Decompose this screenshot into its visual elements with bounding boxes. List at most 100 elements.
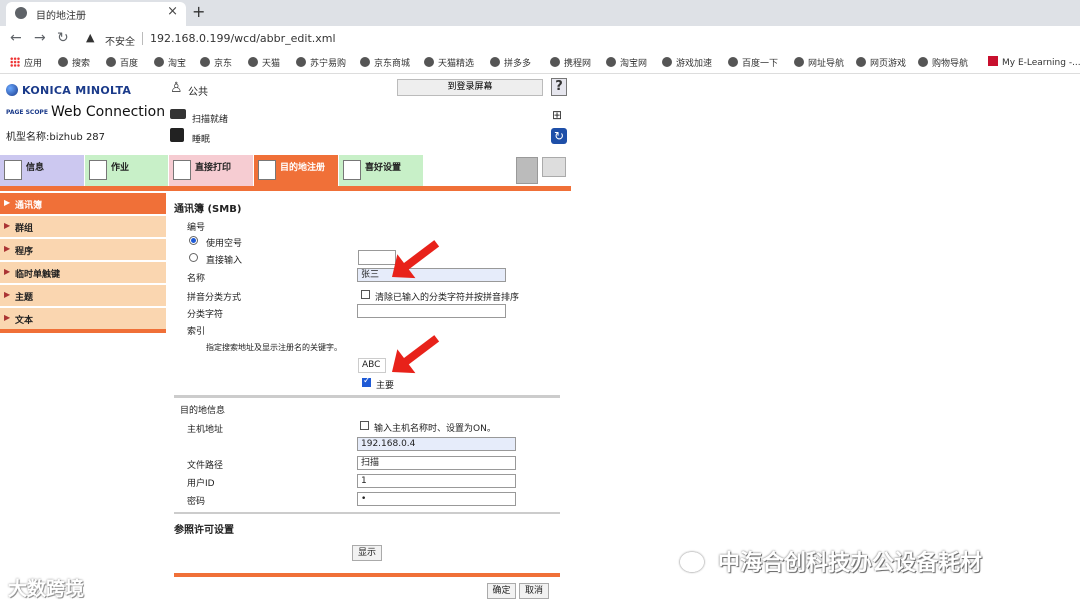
bookmark-item[interactable]: 苏宁易购: [296, 56, 346, 69]
use-empty-number-label: 使用空号: [206, 239, 243, 249]
sidebar-item-label: 通讯簿: [15, 201, 43, 211]
show-button[interactable]: 显示: [352, 545, 382, 561]
bookmark-item[interactable]: 天猫: [248, 56, 280, 69]
chevron-right-icon: ▶: [4, 290, 11, 299]
bookmark-item[interactable]: 百度一下: [728, 56, 778, 69]
sidebar-item-group[interactable]: ▶ 群组: [0, 216, 166, 238]
url-separator: [142, 32, 143, 45]
sidebar-item-label: 临时单触键: [15, 270, 61, 280]
index-hint: 指定搜索地址及显示注册名的关键字。: [206, 343, 342, 352]
path-input[interactable]: 扫描: [357, 456, 516, 470]
new-tab-button[interactable]: +: [192, 2, 205, 21]
main-label: 主要: [376, 381, 395, 391]
globe-icon: [662, 57, 672, 67]
bookmark-item[interactable]: 网址导航: [794, 56, 844, 69]
tools-icon[interactable]: [516, 157, 538, 184]
bookmark-label: 网址导航: [808, 59, 845, 69]
ref-permission-label: 参照许可设置: [174, 525, 234, 536]
sidebar-item-label: 主题: [15, 293, 34, 303]
bookmark-label: 天猫: [262, 59, 281, 69]
bookmark-item[interactable]: 游戏加速: [662, 56, 712, 69]
tab-favorites[interactable]: 喜好设置: [339, 155, 423, 186]
form-title: 通讯簿 (SMB): [174, 204, 242, 215]
name-input[interactable]: 张三: [357, 268, 506, 282]
bookmark-item[interactable]: 京东: [200, 56, 232, 69]
bookmark-item[interactable]: 京东商城: [360, 56, 410, 69]
tab-close-button[interactable]: ×: [167, 4, 178, 19]
tab-job[interactable]: 作业: [85, 155, 168, 186]
tab-destination-register[interactable]: 目的地注册: [254, 155, 338, 186]
insecure-label: 不安全: [105, 37, 135, 48]
sidebar-item-temp-one-touch[interactable]: ▶ 临时单触键: [0, 262, 166, 284]
dest-info-label: 目的地信息: [180, 406, 226, 416]
globe-icon: [606, 57, 616, 67]
host-name-checkbox[interactable]: [360, 421, 369, 430]
globe-icon: [360, 57, 370, 67]
printer-icon: [170, 128, 184, 142]
bookmark-item[interactable]: My E-Learning -...: [988, 56, 1080, 68]
tab-title: 目的地注册: [36, 11, 86, 22]
bookmark-item[interactable]: 网页游戏: [856, 56, 906, 69]
job-icon: [89, 160, 107, 180]
bookmark-item[interactable]: 携程网: [550, 56, 591, 69]
host-input[interactable]: 192.168.0.4: [357, 437, 516, 451]
globe-icon: [15, 7, 27, 19]
globe-icon: [200, 57, 210, 67]
bookmark-label: 游戏加速: [676, 59, 713, 69]
tab-label: 信息: [26, 163, 45, 173]
bookmark-label: 携程网: [564, 59, 592, 69]
sidebar-item-text[interactable]: ▶ 文本: [0, 308, 166, 330]
sidebar-item-address-book[interactable]: ▶ 通讯簿: [0, 193, 166, 215]
bookmark-item[interactable]: 百度: [106, 56, 138, 69]
bookmark-item[interactable]: 淘宝: [154, 56, 186, 69]
password-input[interactable]: •: [357, 492, 516, 506]
forward-button[interactable]: →: [34, 30, 46, 46]
bookmark-item[interactable]: 购物导航: [918, 56, 968, 69]
tab-underline: [0, 186, 571, 191]
sidebar-item-program[interactable]: ▶ 程序: [0, 239, 166, 261]
tab-label: 目的地注册: [280, 163, 326, 173]
browser-tab[interactable]: 目的地注册 ×: [6, 2, 186, 26]
bookmark-label: 百度一下: [742, 59, 779, 69]
sidebar-item-label: 程序: [15, 247, 34, 257]
bookmark-item[interactable]: 搜索: [58, 56, 90, 69]
bookmark-label: My E-Learning -...: [1002, 58, 1080, 68]
bookmark-item[interactable]: 天猫精选: [424, 56, 474, 69]
chevron-right-icon: ▶: [4, 267, 11, 276]
bookmark-item[interactable]: 拼多多: [490, 56, 531, 69]
favorites-icon: [343, 160, 361, 180]
help-button[interactable]: ?: [551, 78, 567, 96]
main-checkbox[interactable]: [362, 376, 371, 387]
user-id-input[interactable]: 1: [357, 474, 516, 488]
cancel-button[interactable]: 取消: [519, 583, 549, 599]
globe-icon: [424, 57, 434, 67]
bookmark-item[interactable]: 应用: [10, 56, 42, 69]
pinyin-sort-checkbox[interactable]: [361, 290, 370, 299]
refresh-button[interactable]: ↻: [551, 128, 567, 144]
display-icon[interactable]: [542, 157, 566, 177]
user-id-label: 用户ID: [187, 479, 215, 489]
reload-button[interactable]: ↻: [57, 30, 69, 46]
globe-icon: [918, 57, 928, 67]
direct-input-label: 直接输入: [206, 256, 243, 266]
back-button[interactable]: ←: [10, 30, 22, 46]
pinyin-sort-text: 清除已输入的分类字符并按拼音排序: [375, 293, 520, 303]
tab-label: 作业: [111, 163, 130, 173]
left-menu-end-bar: [0, 329, 166, 333]
direct-input-radio[interactable]: [189, 253, 198, 262]
tab-info[interactable]: 信息: [0, 155, 84, 186]
use-empty-number-radio[interactable]: [189, 236, 198, 245]
to-login-button[interactable]: 到登录屏幕: [397, 79, 543, 96]
index-select[interactable]: ABC: [358, 358, 386, 373]
red-arrow-icon: [382, 326, 446, 384]
bookmark-item[interactable]: 淘宝网: [606, 56, 647, 69]
user-icon: ♙: [170, 80, 183, 96]
url-bar[interactable]: ▲ 不安全 192.168.0.199/wcd/abbr_edit.xml: [78, 29, 1078, 49]
tab-direct-print[interactable]: 直接打印: [169, 155, 253, 186]
chevron-right-icon: ▶: [4, 221, 11, 230]
ok-button[interactable]: 确定: [487, 583, 516, 599]
sort-char-input[interactable]: [357, 304, 506, 318]
globe-icon: [6, 84, 18, 96]
wechat-icon: [680, 552, 704, 572]
sidebar-item-subject[interactable]: ▶ 主题: [0, 285, 166, 307]
